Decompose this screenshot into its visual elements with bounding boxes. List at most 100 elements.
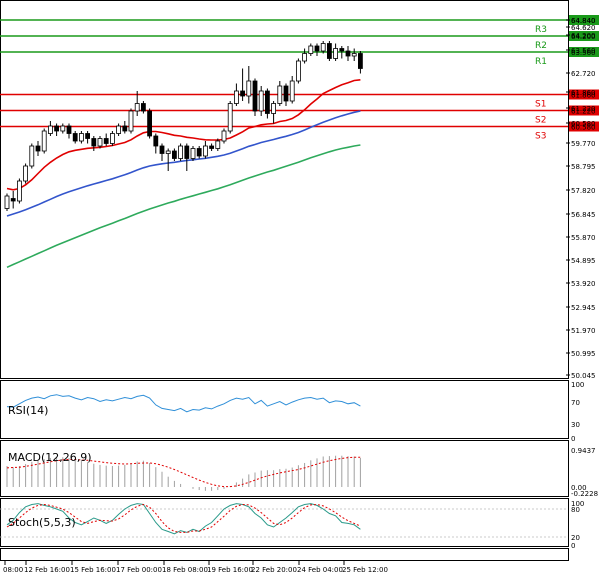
- candle-bull: [134, 103, 140, 112]
- candle-bull: [289, 80, 295, 102]
- candle-bull: [246, 80, 252, 97]
- candle-bull: [41, 130, 47, 152]
- candle-bear: [159, 145, 165, 154]
- candle-bull: [128, 110, 134, 132]
- level-label-s3: S3: [535, 132, 546, 142]
- rsi-tick-label: 30: [571, 421, 580, 429]
- candle-bull: [97, 138, 103, 147]
- candle-bear: [147, 110, 153, 137]
- candle-bull: [221, 130, 227, 142]
- time-label: 18 Feb 08:00: [162, 566, 208, 574]
- price-tick-label: 55.870: [571, 234, 596, 242]
- level-label-s2: S2: [535, 116, 546, 126]
- price-tick-label: 56.845: [571, 211, 596, 219]
- price-tick-label: 62.720: [571, 70, 596, 78]
- time-label: 24 Feb 04:00: [297, 566, 343, 574]
- candle-bull: [165, 150, 171, 154]
- candle-bear: [209, 145, 215, 149]
- price-tick-label: 61.860: [571, 89, 596, 97]
- price-tick-label: 57.820: [571, 187, 596, 195]
- time-label: 25 Feb 12:00: [342, 566, 388, 574]
- time-label: 22 Feb 20:00: [251, 566, 297, 574]
- candle-bear: [283, 85, 289, 102]
- candle-bear: [171, 150, 177, 159]
- candle-bull: [227, 103, 233, 132]
- price-tick-label: 61.220: [571, 105, 596, 113]
- level-label-r3: R3: [535, 25, 547, 35]
- rsi-tick-label: 100: [571, 381, 584, 389]
- time-label: 19 Feb 16:00: [207, 566, 253, 574]
- rsi-label: RSI(14): [8, 404, 48, 417]
- candle-bull: [320, 43, 326, 52]
- candle-bull: [258, 90, 264, 112]
- candle-bull: [271, 103, 277, 114]
- candle-bull: [4, 195, 10, 209]
- candle-bear: [314, 45, 320, 52]
- candle-bull: [110, 133, 115, 144]
- candle-bear: [122, 125, 128, 132]
- rsi-panel-frame: [0, 380, 569, 439]
- time-label: 15 Feb 16:00: [70, 566, 116, 574]
- price-panel-frame: [0, 0, 569, 379]
- candle-bear: [196, 148, 202, 157]
- candle-bear: [85, 133, 90, 139]
- stoch-tick-label: 80: [571, 506, 580, 514]
- candle-bear: [264, 90, 270, 114]
- price-tick-label: 60.580: [571, 120, 596, 128]
- candle-bear: [252, 80, 258, 112]
- candle-bear: [240, 90, 246, 97]
- candle-bull: [29, 145, 35, 167]
- time-label: 17 Feb 00:00: [116, 566, 162, 574]
- macd-panel-frame: [0, 440, 569, 497]
- price-tick-label: 53.920: [571, 280, 596, 288]
- level-label-s1: S1: [535, 100, 546, 110]
- candle-bear: [91, 138, 97, 147]
- candle-bear: [10, 198, 16, 202]
- rsi-tick-label: 70: [571, 399, 580, 407]
- candle-bull: [277, 85, 283, 104]
- candle-bull: [333, 48, 339, 59]
- candle-bear: [326, 43, 332, 59]
- candle-bull: [308, 45, 314, 54]
- macd-tick-label: 0.9437: [571, 447, 596, 455]
- macd-tick-label: -0.2228: [571, 490, 598, 498]
- level-label-r2: R2: [535, 41, 547, 51]
- price-tick-label: 50.045: [571, 372, 596, 380]
- price-tick-label: 50.995: [571, 350, 596, 358]
- price-tick-label: 63.560: [571, 47, 596, 55]
- price-tick-label: 59.770: [571, 140, 596, 148]
- candle-bull: [60, 125, 66, 132]
- candle-bull: [178, 145, 184, 159]
- candle-bear: [357, 53, 363, 69]
- candle-bull: [16, 180, 22, 202]
- stoch-label: Stoch(5,5,3): [8, 516, 76, 529]
- candle-bull: [48, 125, 53, 134]
- price-tick-label: 52.945: [571, 304, 596, 312]
- level-label-r1: R1: [535, 57, 547, 67]
- price-tick-label: 58.795: [571, 163, 596, 171]
- candle-bull: [116, 125, 121, 134]
- trading-chart[interactable]: R364.840R264.200R163.560S161.860S261.220…: [0, 0, 600, 580]
- candle-bear: [54, 125, 59, 132]
- rsi-tick-label: 0: [571, 435, 575, 443]
- price-tick-label: 64.200: [571, 32, 596, 40]
- candle-bear: [345, 50, 351, 57]
- candle-bear: [339, 48, 345, 52]
- price-tick-label: 64.620: [571, 24, 596, 32]
- stoch-tick-label: 20: [571, 534, 580, 542]
- candle-bear: [66, 125, 72, 134]
- candle-bull: [233, 90, 239, 104]
- candle-bull: [190, 148, 196, 159]
- price-tick-label: 51.970: [571, 327, 596, 335]
- candle-bear: [35, 145, 41, 152]
- time-label: 08:00: [3, 566, 23, 574]
- candle-bear: [153, 135, 159, 147]
- price-tick-label: 54.895: [571, 257, 596, 265]
- candle-bull: [23, 165, 29, 182]
- candle-bull: [202, 145, 208, 157]
- time-label: 12 Feb 16:00: [24, 566, 70, 574]
- candle-bear: [140, 103, 146, 112]
- candle-bull: [215, 140, 221, 149]
- candle-bear: [103, 138, 109, 144]
- candle-bull: [295, 60, 301, 82]
